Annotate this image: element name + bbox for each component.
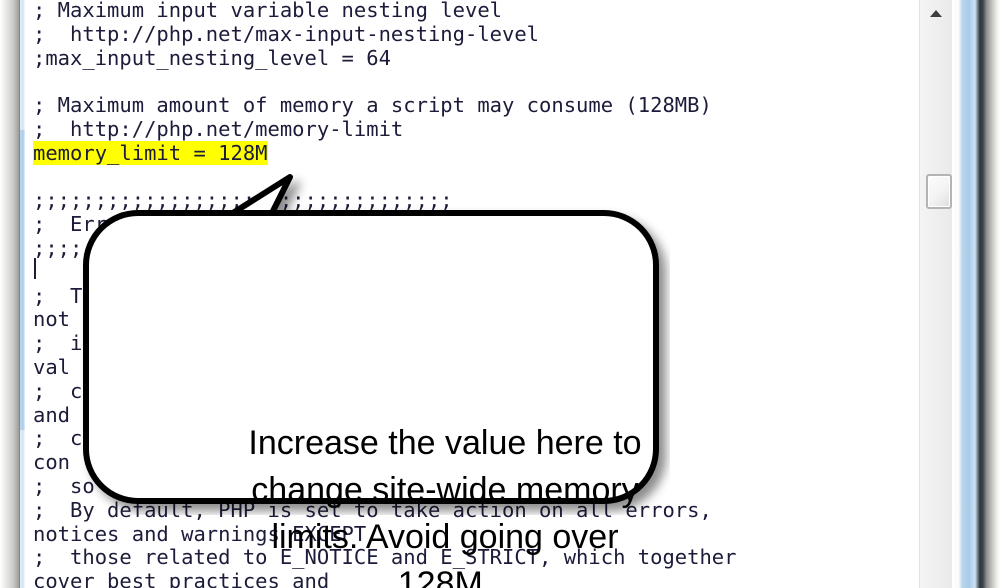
code-line: val xyxy=(33,354,71,379)
code-line: notices and warnings EXCEPT xyxy=(33,521,367,546)
highlighted-code-line[interactable]: memory_limit = 128M xyxy=(33,140,268,165)
code-line: ; c r level constants xyxy=(33,378,651,403)
code-line: ;max_input_nesting_level = 64 xyxy=(33,45,391,70)
vertical-scrollbar[interactable] xyxy=(919,0,952,588)
code-line: ; Maximum amount of memory a script may … xyxy=(33,93,712,118)
vertical-scrollbar-thumb[interactable] xyxy=(926,174,952,209)
code-line: ; http://php.net/memory-limit xyxy=(33,116,404,141)
scroll-up-button[interactable] xyxy=(920,0,952,26)
code-line: and xyxy=(33,402,71,427)
code-line: ; By default, PHP is set to take action … xyxy=(33,497,712,522)
code-text[interactable]: ; Maximum input variable nesting level ;… xyxy=(33,0,737,588)
code-line: ; Maximum input variable nesting level xyxy=(33,0,502,22)
code-line: ; Err xyxy=(33,212,108,237)
code-line: ; T rs, warnings and xyxy=(33,283,638,308)
code-line: ; c below here for xyxy=(33,426,614,451)
code-line: ; so xyxy=(33,473,95,498)
code-line: ; those related to E_NOTICE and E_STRICT… xyxy=(33,545,737,570)
code-line: cover best practices and xyxy=(33,569,330,588)
text-caret xyxy=(34,258,36,279)
code-line: con xyxy=(33,450,71,475)
triangle-up-icon xyxy=(930,9,942,17)
window-right-frame xyxy=(952,0,1000,588)
code-line: ;;;; xyxy=(33,235,83,260)
code-line: ;;;;;;;;;;;;;;;;;;;;;;;;;;;;;;;;;; xyxy=(33,188,453,213)
code-editor-pane[interactable]: ; Maximum input variable nesting level ;… xyxy=(25,0,920,588)
code-line: not xyxy=(33,307,71,332)
code-line: ; i ay of setting xyxy=(33,331,601,356)
editor-screenshot: ; Maximum input variable nesting level ;… xyxy=(0,0,1000,588)
code-line: ; http://php.net/max-input-nesting-level xyxy=(33,21,540,46)
